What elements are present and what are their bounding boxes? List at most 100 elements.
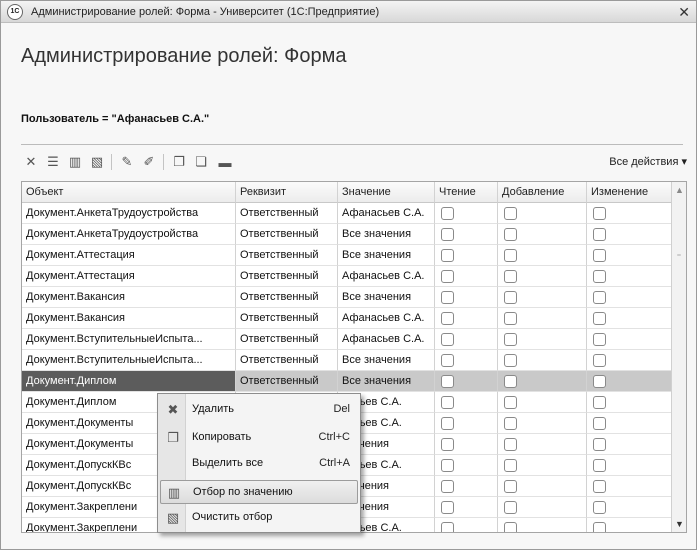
read-checkbox[interactable]: [441, 375, 454, 388]
cell-attribute[interactable]: Ответственный: [236, 245, 338, 266]
add-checkbox[interactable]: [504, 480, 517, 493]
cell-attribute[interactable]: Ответственный: [236, 371, 338, 392]
column-header-object[interactable]: Объект: [22, 182, 236, 203]
dash-icon[interactable]: ▬: [215, 153, 235, 171]
column-header-add[interactable]: Добавление: [498, 182, 587, 203]
all-actions-menu[interactable]: Все действия ▾: [609, 155, 687, 168]
read-checkbox[interactable]: [441, 207, 454, 220]
copy-icon[interactable]: ❐: [169, 153, 189, 171]
add-checkbox[interactable]: [504, 396, 517, 409]
cell-value[interactable]: Афанасьев С.А.: [338, 266, 435, 287]
change-checkbox[interactable]: [593, 312, 606, 325]
table-row[interactable]: Документ.Аттестация Ответственный Все знач…: [22, 245, 672, 266]
change-checkbox[interactable]: [593, 354, 606, 367]
menu-item-clear-filter[interactable]: ▧ Очистить отбор: [160, 506, 358, 530]
read-checkbox[interactable]: [441, 249, 454, 262]
cell-object[interactable]: Документ.Вакансия: [22, 287, 236, 308]
change-checkbox[interactable]: [593, 291, 606, 304]
cell-value[interactable]: Афанасьев С.А.: [338, 203, 435, 224]
read-checkbox[interactable]: [441, 291, 454, 304]
cell-value[interactable]: Все значения: [338, 224, 435, 245]
cell-attribute[interactable]: Ответственный: [236, 350, 338, 371]
cell-attribute[interactable]: Ответственный: [236, 308, 338, 329]
change-checkbox[interactable]: [593, 522, 606, 532]
change-checkbox[interactable]: [593, 501, 606, 514]
tag-icon[interactable]: ✎: [117, 153, 137, 171]
add-checkbox[interactable]: [504, 312, 517, 325]
read-checkbox[interactable]: [441, 438, 454, 451]
table-row[interactable]: Документ.Вакансия Ответственный Афанасьев …: [22, 308, 672, 329]
add-checkbox[interactable]: [504, 438, 517, 451]
menu-item-filter-by-value[interactable]: ▥ Отбор по значению: [160, 480, 358, 504]
paste-icon[interactable]: ❏: [191, 153, 211, 171]
cell-value[interactable]: Все значения: [338, 245, 435, 266]
cell-attribute[interactable]: Ответственный: [236, 224, 338, 245]
read-checkbox[interactable]: [441, 501, 454, 514]
menu-item-select-all[interactable]: Выделить все Ctrl+A: [160, 452, 358, 476]
delete-icon[interactable]: ✕: [21, 153, 41, 171]
table-row[interactable]: Документ.ВступительныеИспыта... Ответстве…: [22, 350, 672, 371]
filter-list-icon[interactable]: ☰: [43, 153, 63, 171]
cell-object[interactable]: Документ.Вакансия: [22, 308, 236, 329]
change-checkbox[interactable]: [593, 417, 606, 430]
cell-value[interactable]: Все значения: [338, 287, 435, 308]
change-checkbox[interactable]: [593, 375, 606, 388]
clear-filter-icon[interactable]: ▧: [87, 153, 107, 171]
cell-object[interactable]: Документ.Диплом: [22, 371, 236, 392]
table-row[interactable]: Документ.Диплом Ответственный Все значения: [22, 371, 672, 392]
read-checkbox[interactable]: [441, 480, 454, 493]
cell-object[interactable]: Документ.Аттестация: [22, 266, 236, 287]
read-checkbox[interactable]: [441, 396, 454, 409]
read-checkbox[interactable]: [441, 312, 454, 325]
read-checkbox[interactable]: [441, 417, 454, 430]
scroll-up-icon[interactable]: ▲: [672, 185, 686, 195]
table-row[interactable]: Документ.Аттестация Ответственный Афанасье…: [22, 266, 672, 287]
add-checkbox[interactable]: [504, 228, 517, 241]
column-header-change[interactable]: Изменение: [587, 182, 672, 203]
table-row[interactable]: Документ.АнкетаТрудоустройства Ответствен…: [22, 203, 672, 224]
column-header-attribute[interactable]: Реквизит: [236, 182, 338, 203]
add-checkbox[interactable]: [504, 501, 517, 514]
cell-attribute[interactable]: Ответственный: [236, 329, 338, 350]
cell-value[interactable]: Все значения: [338, 371, 435, 392]
cell-attribute[interactable]: Ответственный: [236, 287, 338, 308]
change-checkbox[interactable]: [593, 459, 606, 472]
read-checkbox[interactable]: [441, 354, 454, 367]
add-checkbox[interactable]: [504, 375, 517, 388]
column-header-read[interactable]: Чтение: [435, 182, 498, 203]
read-checkbox[interactable]: [441, 270, 454, 283]
add-checkbox[interactable]: [504, 249, 517, 262]
change-checkbox[interactable]: [593, 270, 606, 283]
vertical-scrollbar[interactable]: ▲ ⁼ ▼: [671, 182, 686, 532]
menu-item-delete[interactable]: ✖ Удалить Del: [160, 398, 358, 422]
table-row[interactable]: Документ.ВступительныеИспыта... Ответстве…: [22, 329, 672, 350]
read-checkbox[interactable]: [441, 228, 454, 241]
read-checkbox[interactable]: [441, 333, 454, 346]
read-checkbox[interactable]: [441, 459, 454, 472]
scroll-thumb[interactable]: ⁼: [675, 252, 683, 282]
cell-object[interactable]: Документ.ВступительныеИспыта...: [22, 350, 236, 371]
add-checkbox[interactable]: [504, 207, 517, 220]
change-checkbox[interactable]: [593, 480, 606, 493]
cell-attribute[interactable]: Ответственный: [236, 266, 338, 287]
add-checkbox[interactable]: [504, 459, 517, 472]
scroll-down-icon[interactable]: ▼: [672, 519, 686, 529]
change-checkbox[interactable]: [593, 207, 606, 220]
cell-value[interactable]: Афанасьев С.А.: [338, 308, 435, 329]
cell-value[interactable]: Все значения: [338, 350, 435, 371]
table-row[interactable]: Документ.Вакансия Ответственный Все значен…: [22, 287, 672, 308]
cell-attribute[interactable]: Ответственный: [236, 203, 338, 224]
cell-object[interactable]: Документ.Аттестация: [22, 245, 236, 266]
cell-value[interactable]: Афанасьев С.А.: [338, 329, 435, 350]
change-checkbox[interactable]: [593, 228, 606, 241]
add-checkbox[interactable]: [504, 291, 517, 304]
cell-object[interactable]: Документ.ВступительныеИспыта...: [22, 329, 236, 350]
read-checkbox[interactable]: [441, 522, 454, 532]
add-checkbox[interactable]: [504, 333, 517, 346]
cell-object[interactable]: Документ.АнкетаТрудоустройства: [22, 203, 236, 224]
table-row[interactable]: Документ.АнкетаТрудоустройства Ответствен…: [22, 224, 672, 245]
change-checkbox[interactable]: [593, 249, 606, 262]
add-checkbox[interactable]: [504, 522, 517, 532]
column-header-value[interactable]: Значение: [338, 182, 435, 203]
menu-item-copy[interactable]: ❐ Копировать Ctrl+C: [160, 426, 358, 450]
